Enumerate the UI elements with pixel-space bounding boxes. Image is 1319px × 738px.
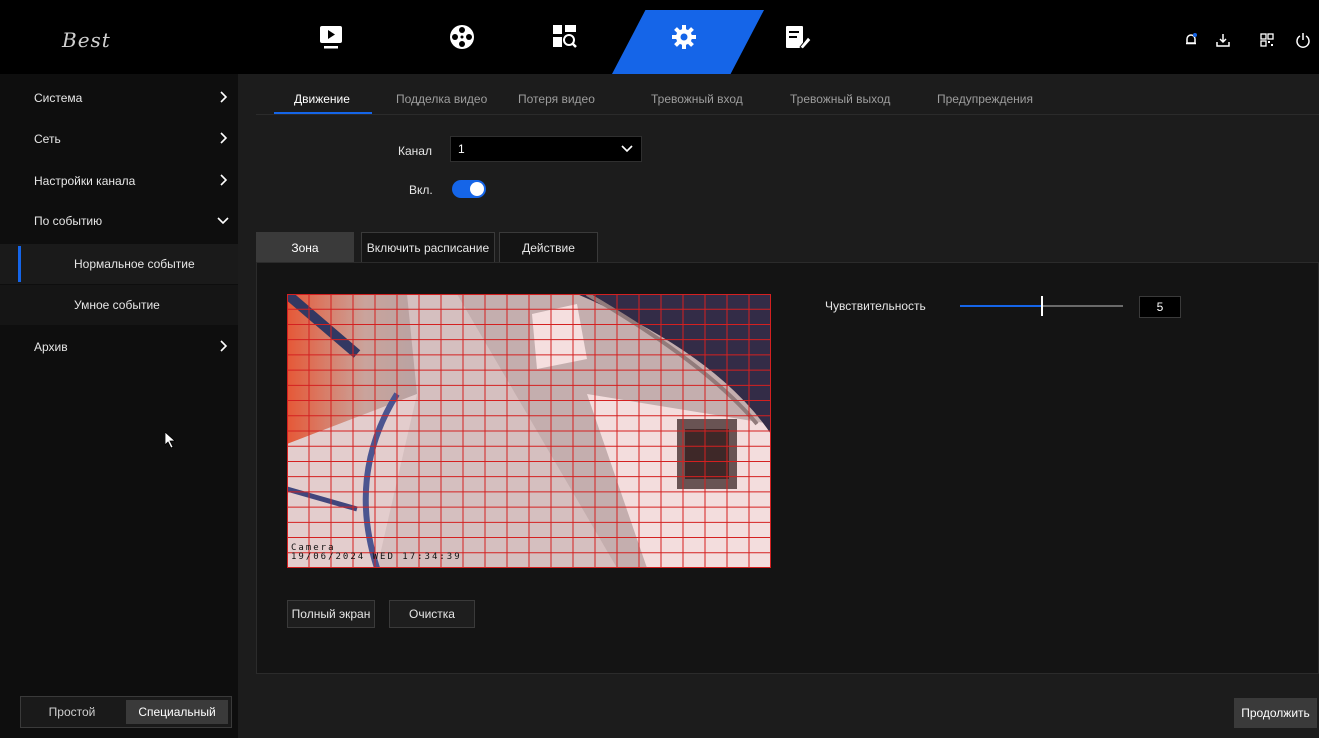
sensitivity-label: Чувствительность	[825, 299, 926, 313]
sidebar-item-label: Архив	[34, 340, 68, 354]
sidebar-item-label: Нормальное событие	[74, 257, 195, 271]
tab-video-tampering[interactable]: Подделка видео	[396, 92, 487, 106]
chevron-down-icon	[217, 217, 229, 225]
motion-zone-video[interactable]: Camera 19/06/2024 WED 17:34:39	[287, 294, 771, 568]
channel-value: 1	[458, 142, 465, 156]
enable-label: Вкл.	[409, 183, 433, 197]
mode-advanced-button[interactable]: Специальный	[126, 700, 228, 724]
osd-timestamp: 19/06/2024 WED 17:34:39	[291, 552, 462, 562]
qr-code-icon[interactable]	[1259, 32, 1277, 50]
power-icon[interactable]	[1295, 32, 1313, 50]
sidebar-item-system[interactable]: Система	[0, 78, 238, 118]
sidebar-item-smart-event[interactable]: Умное событие	[0, 285, 238, 325]
sidebar-item-channel-settings[interactable]: Настройки канала	[0, 161, 238, 201]
chevron-right-icon	[220, 91, 228, 103]
search-files-icon[interactable]	[548, 22, 582, 52]
continue-button[interactable]: Продолжить	[1234, 698, 1317, 728]
bell-icon[interactable]	[1183, 32, 1201, 50]
playback-icon[interactable]	[314, 22, 348, 52]
active-tab-indicator	[274, 112, 372, 114]
sidebar-item-archive[interactable]: Архив	[0, 327, 238, 367]
sidebar-item-label: Сеть	[34, 132, 61, 146]
sidebar-item-label: Система	[34, 91, 83, 105]
toggle-knob	[470, 182, 484, 196]
mouse-cursor-icon	[165, 432, 177, 448]
sensitivity-slider-fill	[960, 305, 1042, 307]
mode-simple-button[interactable]: Простой	[21, 697, 123, 727]
top-navigation-bar: Best	[0, 0, 1319, 74]
chevron-right-icon	[220, 132, 228, 144]
sensitivity-value[interactable]: 5	[1139, 296, 1181, 318]
channel-label: Канал	[398, 144, 432, 158]
enable-toggle[interactable]	[452, 180, 486, 198]
main-content: Движение Подделка видео Потеря видео Тре…	[238, 74, 1319, 738]
subtab-zone[interactable]: Зона	[256, 232, 354, 262]
sidebar-item-label: Настройки канала	[34, 174, 136, 188]
film-reel-icon[interactable]	[445, 22, 479, 52]
clear-button[interactable]: Очистка	[389, 600, 475, 628]
subtab-schedule[interactable]: Включить расписание	[361, 232, 495, 262]
download-icon[interactable]	[1215, 32, 1233, 50]
chevron-right-icon	[220, 340, 228, 352]
sidebar-item-label: Умное событие	[74, 298, 160, 312]
brand-logo: Best	[62, 28, 111, 52]
sensitivity-slider-thumb[interactable]	[1040, 296, 1043, 316]
channel-select[interactable]: 1	[450, 136, 642, 162]
chevron-right-icon	[220, 174, 228, 186]
sidebar: Система Сеть Настройки канала По событию…	[0, 74, 238, 738]
subtab-action[interactable]: Действие	[499, 232, 598, 262]
fullscreen-button[interactable]: Полный экран	[287, 600, 375, 628]
video-osd: Camera 19/06/2024 WED 17:34:39	[291, 544, 462, 562]
chevron-down-icon	[621, 145, 633, 153]
sensitivity-slider[interactable]	[960, 296, 1123, 316]
maintenance-icon[interactable]	[781, 22, 815, 52]
tab-video-loss[interactable]: Потеря видео	[518, 92, 595, 106]
tab-alarm-output[interactable]: Тревожный выход	[790, 92, 890, 106]
mode-toggle: Простой Специальный	[20, 696, 232, 728]
motion-grid-overlay	[287, 294, 771, 568]
tab-motion[interactable]: Движение	[294, 92, 350, 106]
sidebar-item-normal-event[interactable]: Нормальное событие	[0, 244, 238, 284]
sidebar-item-label: По событию	[34, 214, 103, 228]
tab-warnings[interactable]: Предупреждения	[937, 92, 1033, 106]
sidebar-item-network[interactable]: Сеть	[0, 119, 238, 159]
gear-icon[interactable]	[667, 22, 701, 52]
tabs-divider	[256, 114, 1319, 115]
sidebar-item-event[interactable]: По событию	[0, 201, 238, 241]
tab-alarm-input[interactable]: Тревожный вход	[651, 92, 743, 106]
